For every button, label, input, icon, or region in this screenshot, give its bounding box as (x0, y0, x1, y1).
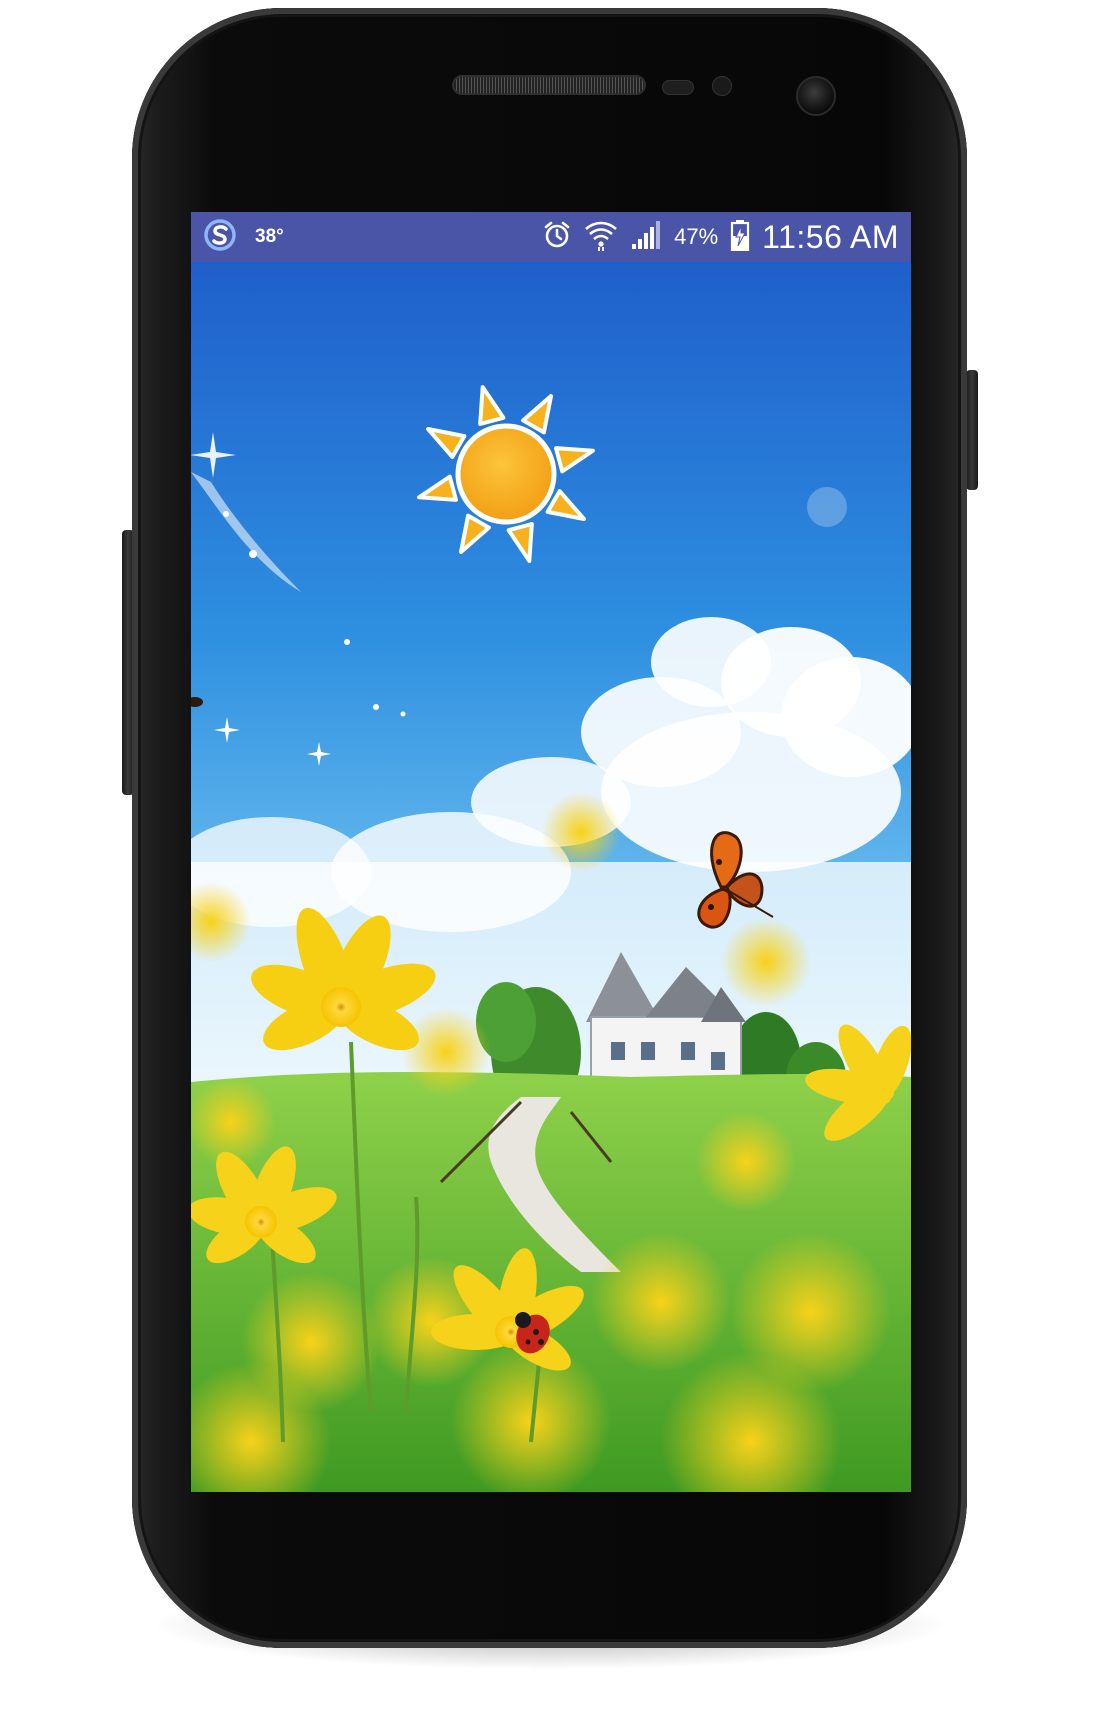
live-wallpaper[interactable] (191, 262, 911, 1492)
battery-charging-icon (730, 219, 750, 256)
battery-percent: 47% (674, 224, 719, 249)
light-sensor (712, 76, 732, 96)
earpiece-speaker (452, 75, 646, 95)
status-bar-right: 47% 11:56 AM (542, 212, 899, 262)
wifi-icon (584, 219, 618, 256)
proximity-sensor (662, 80, 694, 95)
clock: 11:56 AM (762, 218, 899, 255)
s-logo-icon (203, 218, 237, 257)
alarm-icon (542, 220, 572, 255)
front-camera (796, 76, 836, 116)
temperature-label: 38° (255, 226, 284, 247)
status-bar[interactable]: 38° 47% 11:56 AM (191, 212, 911, 262)
status-bar-left: 38° (203, 212, 284, 262)
phone-screen[interactable]: 38° 47% 11:56 AM (191, 212, 911, 1492)
power-button (966, 370, 978, 490)
signal-icon (630, 220, 662, 255)
wallpaper-scene (191, 262, 911, 1492)
